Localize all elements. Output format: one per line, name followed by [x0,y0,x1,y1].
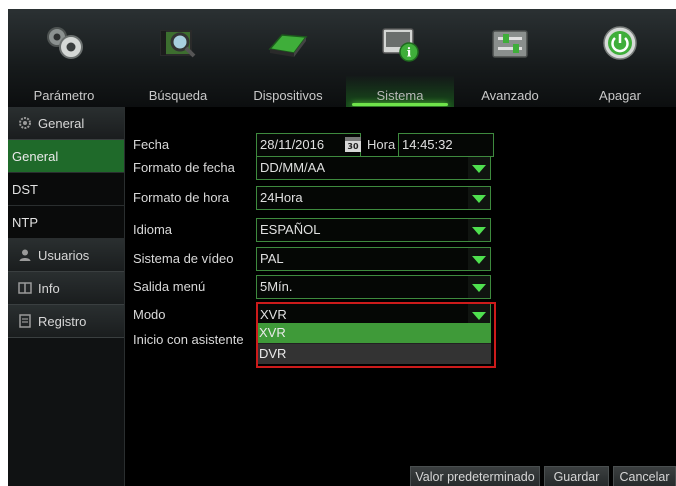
chevron-down-icon[interactable] [468,248,490,270]
calendar-icon[interactable]: 30 [345,137,361,152]
hard-drive-icon [268,34,308,57]
modo-label: Modo [133,307,166,322]
log-icon [19,314,31,328]
sidebar-subitem-dst[interactable]: DST [8,173,124,206]
salida-menu-select[interactable]: 5Mín. [256,275,491,299]
chevron-down-icon[interactable] [468,219,490,241]
toolbar-sistema[interactable]: i Sistema [346,9,454,107]
idioma-value: ESPAÑOL [260,222,321,237]
toolbar-label: Búsqueda [148,88,208,103]
row-inicio: Inicio con asistente [125,328,255,354]
hora-label: Hora [367,137,396,152]
sidebar-item-info[interactable]: Info [8,272,124,305]
gear-icon [19,117,31,129]
sidebar-item-label: Registro [38,314,87,329]
main-toolbar: Parámetro Búsqueda Dispositivos i Sistem… [8,9,676,107]
toolbar-label: Apagar [599,88,641,103]
user-icon [19,249,31,261]
sidebar-subitem-general[interactable]: General [8,140,124,173]
salida-menu-label: Salida menú [133,279,206,294]
toolbar-label: Parámetro [33,88,95,103]
toolbar-dispositivos[interactable]: Dispositivos [234,9,342,107]
svg-text:i: i [407,46,412,60]
sidebar-item-general[interactable]: General [8,107,124,140]
modo-option-xvr[interactable]: XVR [256,323,491,343]
save-button[interactable]: Guardar [544,466,609,486]
sistema-video-select[interactable]: PAL [256,247,491,271]
sidebar-subitem-ntp[interactable]: NTP [8,206,124,239]
fecha-label: Fecha [133,137,170,152]
formato-hora-label: Formato de hora [133,190,230,205]
sistema-video-value: PAL [260,251,284,266]
formato-fecha-value: DD/MM/AA [260,160,325,175]
toolbar-busqueda[interactable]: Búsqueda [124,9,232,107]
settings-panel: Fecha 28/11/2016 30 Hora 14:45:32 Format… [125,107,676,486]
toolbar-apagar[interactable]: Apagar [566,9,674,107]
film-search-icon [160,30,196,58]
row-salida-menu: Salida menú 5Mín. [125,275,676,301]
toolbar-label: Sistema [376,88,424,103]
formato-hora-select[interactable]: 24Hora [256,186,491,210]
modo-dropdown-list: XVR DVR [256,323,491,365]
sidebar: General General DST NTP Usuarios Info Re… [8,107,125,486]
formato-fecha-label: Formato de fecha [133,160,235,175]
formato-fecha-select[interactable]: DD/MM/AA [256,156,491,180]
inicio-label: Inicio con asistente [133,332,244,347]
cancel-button[interactable]: Cancelar [613,466,676,486]
toolbar-label: Dispositivos [253,88,323,103]
salida-menu-value: 5Mín. [260,279,293,294]
sidebar-item-usuarios[interactable]: Usuarios [8,239,124,272]
system-info-icon: i [382,28,419,62]
idioma-select[interactable]: ESPAÑOL [256,218,491,242]
row-formato-hora: Formato de hora 24Hora [125,186,676,212]
row-sistema-video: Sistema de vídeo PAL [125,247,676,273]
sidebar-item-registro[interactable]: Registro [8,305,124,338]
chevron-down-icon[interactable] [468,187,490,209]
sidebar-item-label: General [38,116,85,131]
modo-option-dvr[interactable]: DVR [256,343,491,364]
row-formato-fecha: Formato de fecha DD/MM/AA [125,156,676,182]
sistema-video-label: Sistema de vídeo [133,251,234,266]
toolbar-label: Avanzado [481,88,539,103]
modo-value: XVR [260,307,287,322]
power-icon [603,26,637,60]
idioma-label: Idioma [133,222,173,237]
hora-field[interactable]: 14:45:32 [398,133,494,157]
toolbar-avanzado[interactable]: Avanzado [456,9,564,107]
chevron-down-icon[interactable] [468,276,490,298]
sidebar-item-label: Usuarios [38,248,90,263]
chevron-down-icon[interactable] [468,157,490,179]
info-book-icon [18,282,32,294]
sidebar-item-label: Info [38,281,60,296]
default-button[interactable]: Valor predeterminado [410,466,540,486]
dvr-window: Parámetro Búsqueda Dispositivos i Sistem… [8,9,676,486]
row-idioma: Idioma ESPAÑOL [125,218,676,244]
toolbar-parametro[interactable]: Parámetro [10,9,118,107]
formato-hora-value: 24Hora [260,190,303,205]
gears-icon [47,27,83,59]
sliders-icon [492,30,528,58]
